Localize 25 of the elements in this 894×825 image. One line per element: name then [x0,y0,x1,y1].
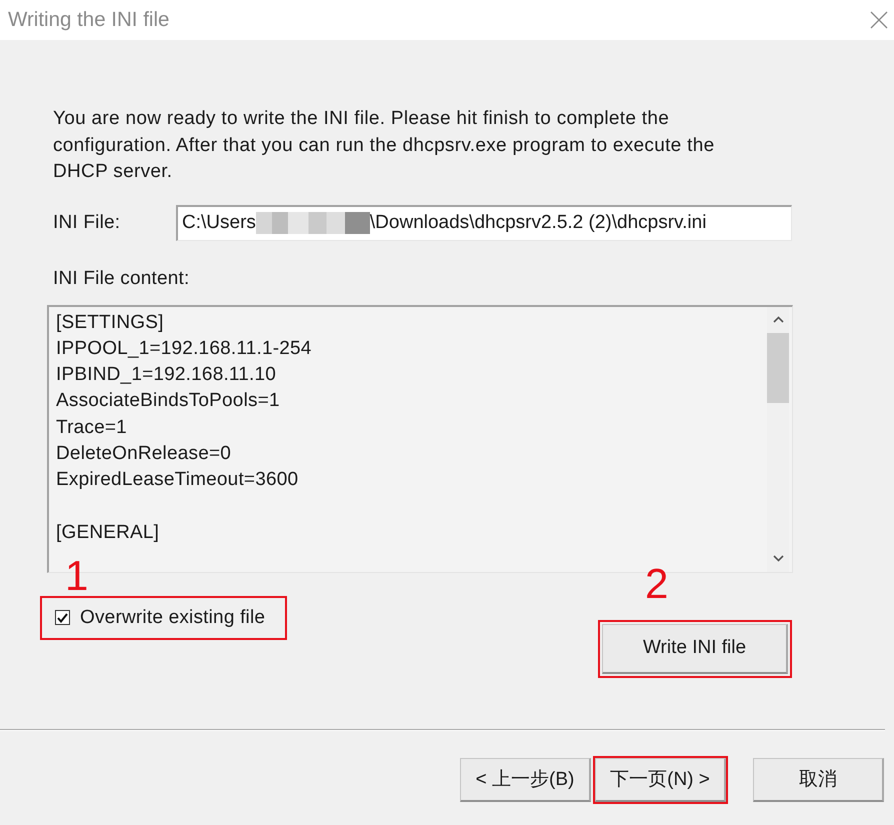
ini-line: ExpiredLeaseTimeout=3600 [56,468,300,492]
ini-file-field[interactable]: C:\Users \Downloads\dhcpsrv2.5.2 (2)\dhcpsrv.ini [176,204,792,240]
chevron-down-icon[interactable] [772,555,784,562]
ini-line: Trace=1 [56,416,128,440]
close-button[interactable] [870,11,888,29]
ini-line: IPPOOL_1=192.168.11.1-254 [56,336,313,361]
field-label: INI File: [53,212,122,234]
ini-line: [GENERAL] [56,520,160,545]
intro-text: You are now ready to write the INI file. Please hit finish to complete the configuration. After that you can run the dhcpsrv.exe program to execute the DHCP server. [53,107,716,184]
field-label: INI File content: [53,268,190,290]
ini-line: DeleteOnRelease=0 [56,442,232,466]
ini-line: IPBIND_1=192.168.11.10 [56,363,278,388]
checkbox[interactable] [55,610,70,625]
wizard-button[interactable]: < 上一步(B) [460,758,591,802]
ini-line: AssociateBindsToPools=1 [56,389,281,414]
scrollbar-thumb[interactable] [767,332,789,402]
write-ini-button[interactable]: Write INI file [602,624,788,674]
wizard-button[interactable]: 下一页(N) > [595,758,726,802]
checkbox-label[interactable]: Overwrite existing file [80,606,266,628]
ini-line: [SETTINGS] [56,310,165,334]
window-title: Writing the INI file [8,8,170,32]
chevron-up-icon[interactable] [772,316,784,323]
wizard-button[interactable]: 取消 [753,758,884,802]
close-icon [870,11,888,29]
checkmark-icon [57,612,68,622]
